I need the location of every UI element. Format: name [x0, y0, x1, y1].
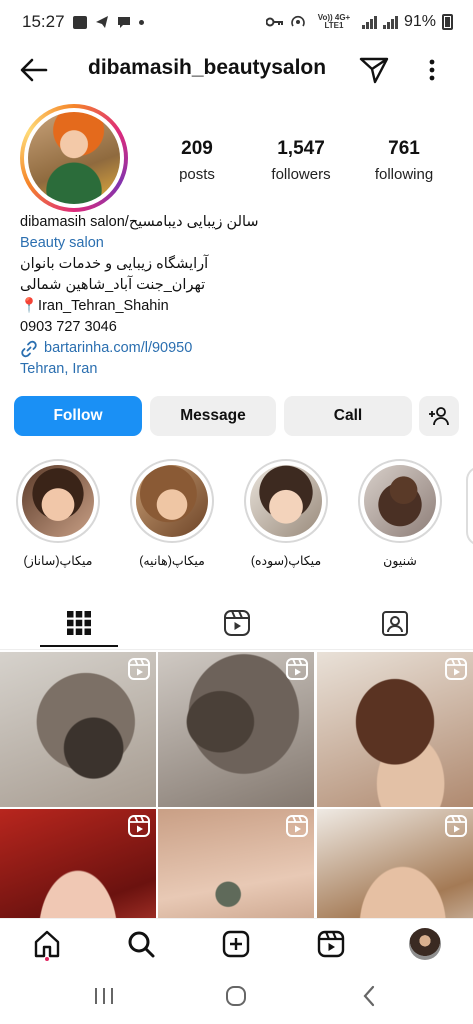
link-icon: [21, 340, 37, 357]
highlight-label: شنیون: [383, 554, 417, 568]
followers-number: 1,547: [277, 138, 325, 159]
highlight-label: میکاپ(هانیه): [139, 554, 205, 568]
grid-icon: [67, 611, 91, 635]
post-thumbnail[interactable]: [317, 809, 473, 920]
add-user-button[interactable]: [419, 396, 459, 436]
create-icon: [222, 930, 250, 958]
home-system-button[interactable]: [222, 982, 250, 1010]
reel-badge-icon: [128, 815, 150, 837]
network-label: Vo)) 4G+ LTE1: [317, 13, 351, 30]
posts-grid: [0, 652, 473, 920]
highlight-cover: [364, 465, 436, 537]
send-message-icon[interactable]: [358, 54, 390, 86]
signal-icon: [361, 15, 377, 29]
highlight-item[interactable]: میکاپ(هانیه): [127, 459, 217, 568]
following-count[interactable]: 761 following: [366, 138, 442, 183]
notification-dot: [45, 957, 49, 961]
bottom-navigation: [0, 918, 473, 968]
bio-line-2: تهران_جنت آباد_شاهین شمالی: [20, 277, 206, 293]
active-tab-indicator: [40, 645, 118, 647]
highlight-overflow-edge: [466, 466, 473, 546]
profile-avatar[interactable]: [20, 104, 128, 212]
bio-location[interactable]: Tehran, Iran: [20, 359, 460, 380]
bio-category[interactable]: Beauty salon: [20, 233, 460, 254]
reel-badge-icon: [445, 658, 467, 680]
message-button[interactable]: Message: [150, 396, 276, 436]
bio-line-1: آرایشگاه زیبایی و خدمات بانوان: [20, 256, 209, 272]
bio-link-text[interactable]: bartarinha.com/l/90950: [44, 338, 192, 359]
followers-label: followers: [271, 166, 331, 183]
highlight-label: میکاپ(ساناز): [23, 554, 93, 568]
tagged-icon: [382, 611, 408, 636]
reel-badge-icon: [128, 658, 150, 680]
bio-phone: 0903 727 3046: [20, 319, 117, 335]
nav-reels[interactable]: [314, 927, 348, 961]
tab-tagged[interactable]: [355, 598, 435, 648]
home-circle-icon: [226, 986, 246, 1006]
reel-badge-icon: [445, 815, 467, 837]
tab-reels[interactable]: [197, 598, 277, 648]
highlight-label: میکاپ(سوده): [250, 554, 322, 568]
nav-search[interactable]: [124, 927, 158, 961]
profile-username: dibamasih_beautysalon: [88, 56, 327, 79]
posts-count[interactable]: 209 posts: [166, 138, 228, 183]
profile-bio: سالن زیبایی دیبامسیح/dibamasih salon Bea…: [20, 212, 460, 380]
status-time: 15:27: [22, 12, 65, 31]
battery-percent: 91%: [403, 13, 436, 30]
reel-badge-icon: [286, 658, 308, 680]
post-thumbnail[interactable]: [158, 809, 314, 920]
followers-count[interactable]: 1,547 followers: [262, 138, 340, 183]
battery-icon: [442, 14, 453, 30]
reels-icon: [317, 930, 345, 958]
add-user-icon: [429, 407, 449, 426]
call-button[interactable]: Call: [284, 396, 412, 436]
recents-button[interactable]: [90, 982, 118, 1010]
post-thumbnail[interactable]: [0, 809, 156, 920]
profile-header: dibamasih_beautysalon: [0, 48, 473, 92]
bio-link[interactable]: bartarinha.com/l/90950: [20, 338, 460, 359]
nav-profile[interactable]: [408, 927, 442, 961]
tab-posts-grid[interactable]: [39, 598, 119, 648]
following-number: 761: [388, 138, 420, 159]
highlight-item[interactable]: شنیون: [355, 459, 445, 568]
profile-tabs: [0, 598, 473, 650]
highlight-cover: [250, 465, 322, 537]
system-navigation: [0, 970, 473, 1024]
telegram-icon: [95, 16, 108, 28]
bio-line-3: 📍Iran_Tehran_Shahin: [20, 298, 169, 314]
nav-create[interactable]: [219, 927, 253, 961]
hotspot-icon: [291, 15, 305, 27]
reels-icon: [224, 610, 250, 636]
back-chevron-icon: [363, 985, 375, 1007]
gallery-icon: [72, 15, 87, 29]
post-thumbnail[interactable]: [0, 652, 156, 807]
signal-icon-2: [382, 15, 398, 29]
posts-label: posts: [179, 166, 215, 183]
highlight-cover: [22, 465, 94, 537]
key-icon: [265, 17, 283, 27]
more-options-icon[interactable]: [418, 54, 446, 86]
bio-name: سالن زیبایی دیبامسیح/dibamasih salon: [20, 214, 259, 230]
highlight-item[interactable]: میکاپ(ساناز): [13, 459, 103, 568]
recents-icon: [95, 988, 113, 1004]
highlight-item[interactable]: میکاپ(سوده): [241, 459, 331, 568]
highlight-cover: [136, 465, 208, 537]
back-arrow-icon[interactable]: [18, 54, 50, 86]
posts-number: 209: [181, 138, 213, 159]
search-icon: [128, 931, 155, 958]
profile-avatar-icon: [409, 928, 441, 960]
back-system-button[interactable]: [355, 982, 383, 1010]
follow-button[interactable]: Follow: [14, 396, 142, 436]
notification-dot-icon: [138, 19, 144, 25]
status-bar: 15:27 Vo)) 4G+ LTE1 91%: [0, 0, 473, 44]
post-thumbnail[interactable]: [158, 652, 314, 807]
profile-photo: [28, 112, 120, 204]
home-icon: [34, 930, 60, 958]
nav-home[interactable]: [30, 927, 64, 961]
reel-badge-icon: [286, 815, 308, 837]
following-label: following: [374, 166, 434, 183]
chat-icon: [117, 17, 130, 28]
post-thumbnail[interactable]: [317, 652, 473, 807]
